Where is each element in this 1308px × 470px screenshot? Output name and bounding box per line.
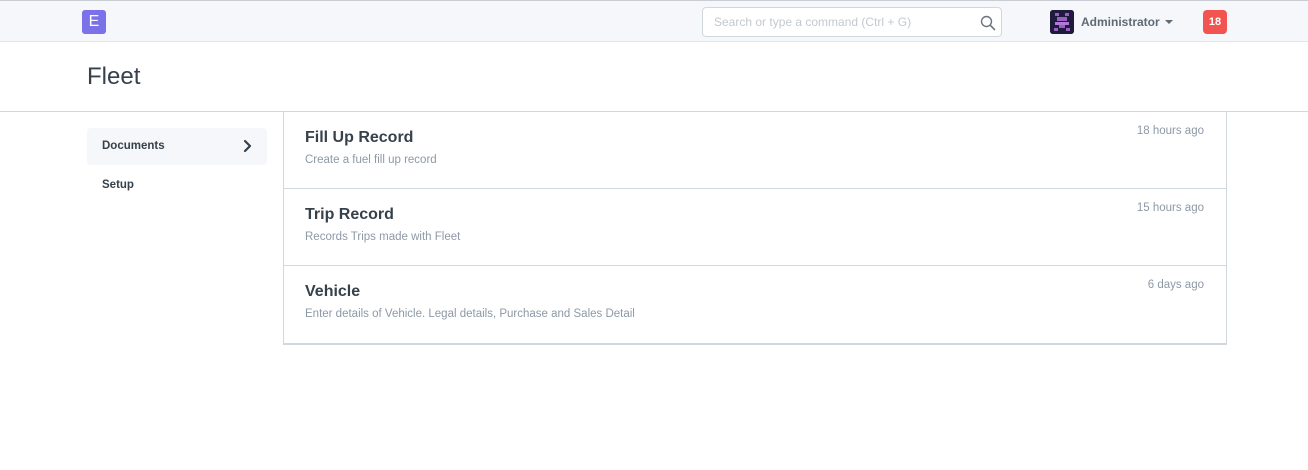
user-menu[interactable]: Administrator: [1050, 10, 1173, 34]
sidebar-item-label: Setup: [102, 179, 134, 191]
chevron-right-icon: [243, 139, 252, 153]
navbar: E Administrator 18: [0, 0, 1308, 42]
search-input[interactable]: [703, 8, 973, 36]
notification-badge[interactable]: 18: [1203, 10, 1227, 34]
sidebar-item-label: Documents: [102, 140, 165, 152]
list-item[interactable]: Vehicle Enter details of Vehicle. Legal …: [284, 266, 1226, 343]
list-item-description: Enter details of Vehicle. Legal details,…: [305, 308, 635, 320]
avatar-icon[interactable]: [1050, 10, 1074, 34]
document-list: Fill Up Record Create a fuel fill up rec…: [283, 112, 1227, 345]
list-item-description: Records Trips made with Fleet: [305, 231, 461, 243]
list-item-timestamp: 6 days ago: [1147, 279, 1204, 291]
list-item[interactable]: Fill Up Record Create a fuel fill up rec…: [284, 112, 1226, 189]
list-item-title[interactable]: Trip Record: [305, 206, 394, 224]
sidebar: Documents Setup: [87, 128, 267, 204]
sidebar-item-setup[interactable]: Setup: [87, 167, 267, 204]
search-icon[interactable]: [980, 15, 996, 31]
list-item[interactable]: Trip Record Records Trips made with Flee…: [284, 189, 1226, 266]
app-logo[interactable]: E: [82, 10, 106, 34]
list-item-title[interactable]: Fill Up Record: [305, 129, 413, 147]
search-box[interactable]: [702, 7, 1002, 37]
list-item-timestamp: 18 hours ago: [1136, 125, 1204, 137]
caret-down-icon[interactable]: [1164, 20, 1173, 24]
page-title: Fleet: [87, 63, 141, 90]
user-name[interactable]: Administrator: [1081, 15, 1160, 29]
sidebar-item-documents[interactable]: Documents: [87, 128, 267, 165]
list-item-title[interactable]: Vehicle: [305, 283, 360, 301]
list-item-timestamp: 15 hours ago: [1136, 202, 1204, 214]
page-head: Fleet: [0, 42, 1308, 112]
list-item-description: Create a fuel fill up record: [305, 154, 437, 166]
